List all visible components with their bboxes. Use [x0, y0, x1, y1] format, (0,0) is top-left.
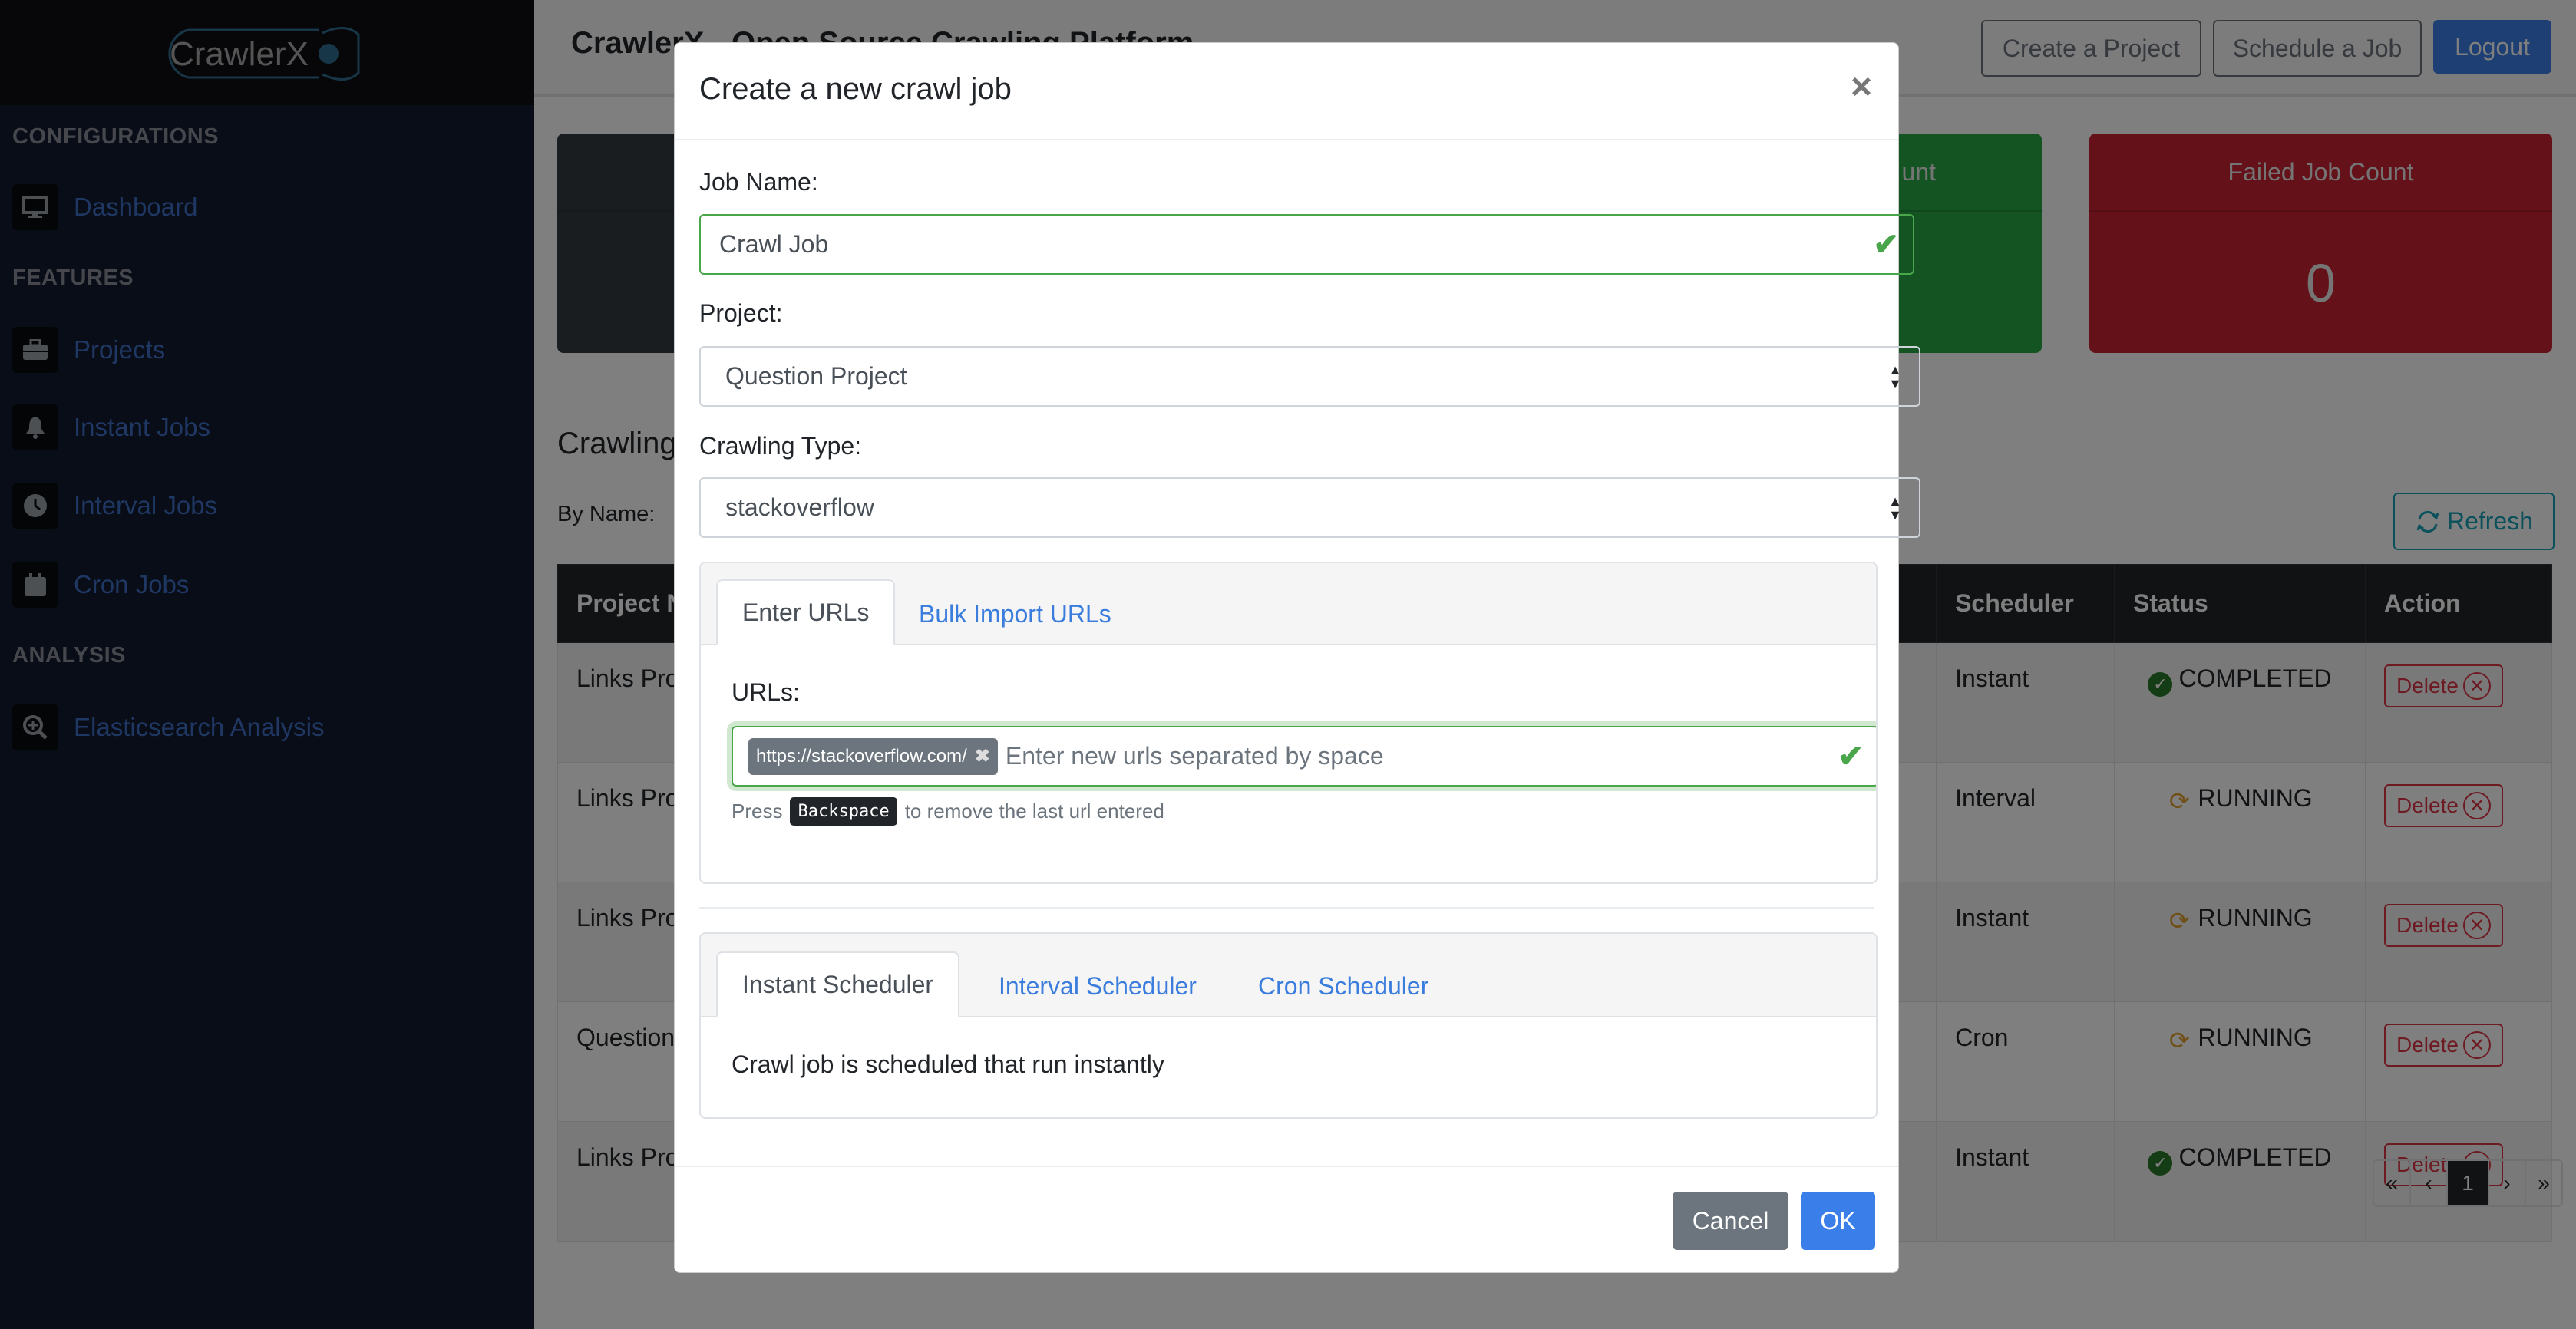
- select-arrows-icon: ▲ ▼: [1888, 361, 1902, 391]
- urls-tag-input[interactable]: https://stackoverflow.com/ ✖ Enter new u…: [732, 726, 1876, 787]
- tab-instant-scheduler[interactable]: Instant Scheduler: [716, 951, 960, 1017]
- url-tag-text: https://stackoverflow.com/: [756, 745, 967, 767]
- help-prefix: Press: [732, 800, 783, 823]
- job-name-input[interactable]: Crawl Job ✔: [699, 214, 1914, 275]
- project-selected-value: Question Project: [725, 362, 907, 390]
- create-crawl-job-modal: Create a new crawl job × Job Name: Crawl…: [674, 42, 1920, 1273]
- tab-bulk-import-urls[interactable]: Bulk Import URLs: [894, 582, 1136, 645]
- valid-check-icon: ✔: [1873, 227, 1899, 262]
- job-name-label: Job Name:: [699, 168, 818, 196]
- urls-help-text: Press Backspace to remove the last url e…: [732, 797, 1164, 826]
- backspace-key: Backspace: [790, 797, 897, 826]
- close-icon[interactable]: ×: [1851, 69, 1872, 106]
- crawling-type-label: Crawling Type:: [699, 432, 862, 460]
- modal-footer-divider: [675, 1166, 1898, 1167]
- modal-header: Create a new crawl job ×: [675, 43, 1898, 140]
- project-select[interactable]: Question Project ▲ ▼: [699, 346, 1920, 407]
- tab-interval-scheduler[interactable]: Interval Scheduler: [974, 955, 1221, 1017]
- url-entry-card: Enter URLs Bulk Import URLs URLs: https:…: [699, 562, 1878, 884]
- project-label: Project:: [699, 299, 783, 327]
- select-arrows-icon: ▲ ▼: [1888, 493, 1902, 523]
- scheduler-card: Instant Scheduler Interval Scheduler Cro…: [699, 932, 1878, 1119]
- scheduler-description: Crawl job is scheduled that run instantl…: [732, 1050, 1164, 1078]
- valid-check-icon: ✔: [1838, 739, 1864, 773]
- help-suffix: to remove the last url entered: [904, 800, 1164, 823]
- url-tabs: Enter URLs Bulk Import URLs: [701, 563, 1876, 645]
- urls-placeholder: Enter new urls separated by space: [1005, 742, 1384, 770]
- urls-label: URLs:: [732, 678, 800, 706]
- divider: [699, 907, 1874, 909]
- job-name-value: Crawl Job: [719, 230, 829, 258]
- tab-enter-urls[interactable]: Enter URLs: [716, 579, 896, 645]
- crawling-type-selected-value: stackoverflow: [725, 493, 874, 521]
- ok-button[interactable]: OK: [1801, 1192, 1875, 1250]
- url-tag: https://stackoverflow.com/ ✖: [748, 737, 998, 775]
- scheduler-tabs: Instant Scheduler Interval Scheduler Cro…: [701, 934, 1876, 1017]
- modal-title: Create a new crawl job: [699, 72, 1012, 106]
- remove-tag-icon[interactable]: ✖: [975, 745, 990, 767]
- tab-cron-scheduler[interactable]: Cron Scheduler: [1234, 955, 1453, 1017]
- crawling-type-select[interactable]: stackoverflow ▲ ▼: [699, 477, 1920, 538]
- cancel-button[interactable]: Cancel: [1673, 1192, 1788, 1250]
